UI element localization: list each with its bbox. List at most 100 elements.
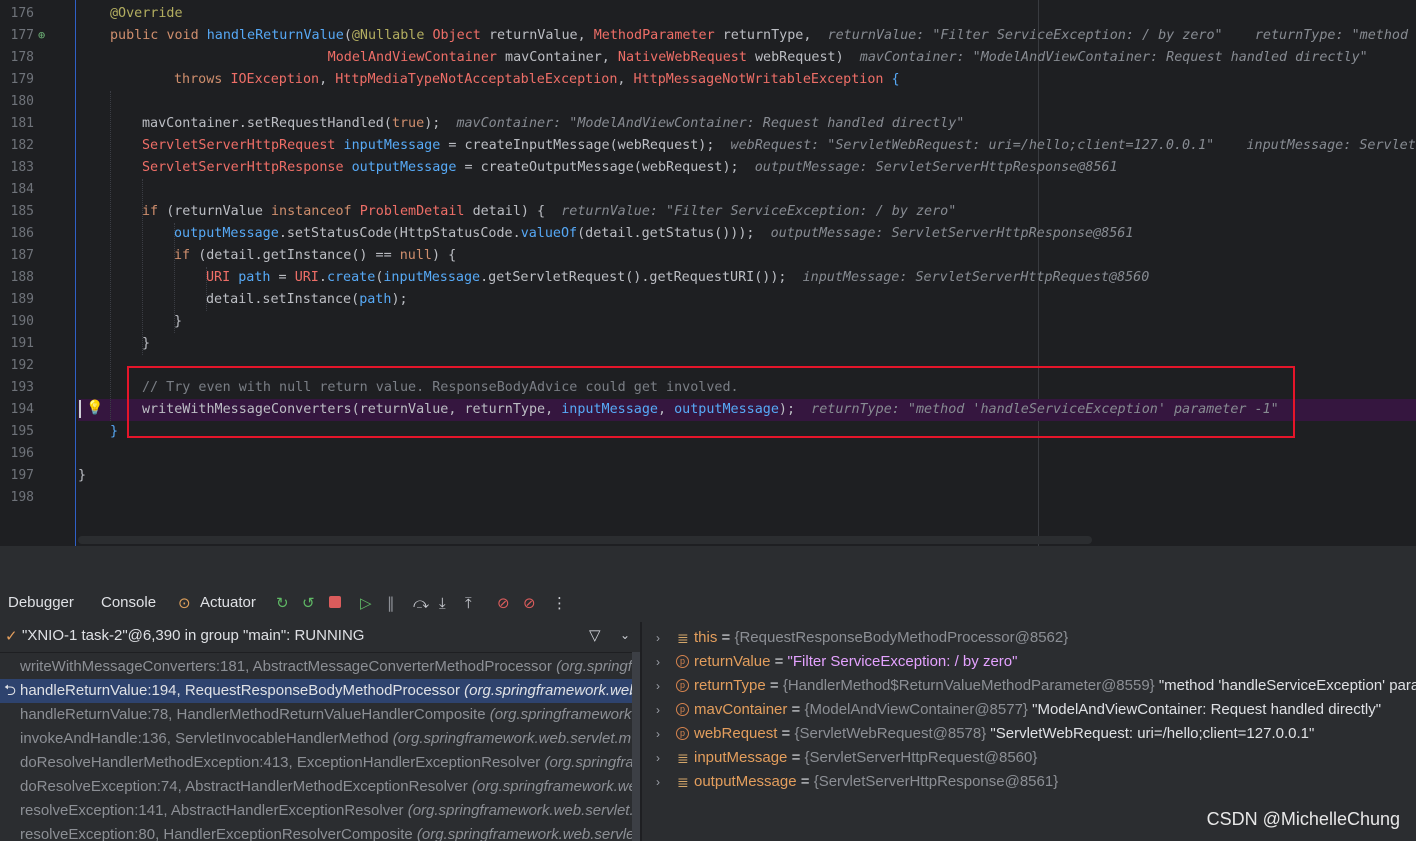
code-line[interactable]: if (detail.getInstance() == null) {	[78, 245, 1416, 267]
chevron-right-icon[interactable]: ›	[656, 650, 660, 674]
chevron-down-icon[interactable]: ⌄	[620, 628, 630, 642]
stack-frame[interactable]: doResolveException:74, AbstractHandlerMe…	[0, 775, 640, 799]
override-gutter-icon[interactable]: ⊕	[38, 28, 45, 42]
resume-icon[interactable]: ▷	[360, 594, 372, 612]
code-editor[interactable]: 176 177 178 179 180 181 182 183 184 185 186 187 188 1…	[0, 0, 1416, 546]
variable-name: returnType	[694, 677, 766, 694]
code-line[interactable]	[78, 443, 1416, 465]
lightbulb-icon[interactable]: 💡	[86, 400, 103, 416]
line-number[interactable]: 184	[0, 179, 34, 201]
code-line[interactable]: outputMessage.setStatusCode(HttpStatusCo…	[78, 223, 1416, 245]
more-options-icon[interactable]: ⋮	[552, 594, 567, 612]
line-number[interactable]: 181	[0, 113, 34, 135]
line-number[interactable]: 176	[0, 3, 34, 25]
variable-row[interactable]: › p returnValue = "Filter ServiceException…	[642, 650, 1416, 674]
code-line[interactable]: if (returnValue instanceof ProblemDetail…	[78, 201, 1416, 223]
code-line[interactable]: ServletServerHttpResponse outputMessage …	[78, 157, 1416, 179]
line-number[interactable]: 177	[0, 25, 34, 47]
code-line[interactable]: detail.setInstance(path);	[78, 289, 1416, 311]
variable-type: {ServletWebRequest@8578}	[794, 725, 987, 742]
variable-row[interactable]: › ≣ inputMessage = {ServletServerHttpReque…	[642, 746, 1416, 770]
step-into-icon[interactable]: ⤓	[439, 594, 446, 612]
line-number[interactable]: 191	[0, 333, 34, 355]
view-breakpoints-icon[interactable]: ⊘	[497, 594, 510, 612]
rerun-icon[interactable]: ↻	[276, 594, 289, 612]
line-number[interactable]: 188	[0, 267, 34, 289]
chevron-right-icon[interactable]: ›	[656, 698, 660, 722]
mute-breakpoints-icon[interactable]: ⊘	[523, 594, 536, 612]
variable-row[interactable]: › ≣ outputMessage = {ServletServerHttpResp…	[642, 770, 1416, 794]
code-line[interactable]	[78, 487, 1416, 509]
code-token: detail.setInstance(	[206, 292, 360, 307]
code-line[interactable]: }	[78, 333, 1416, 355]
line-number[interactable]: 190	[0, 311, 34, 333]
line-number[interactable]: 185	[0, 201, 34, 223]
line-number[interactable]: 178	[0, 47, 34, 69]
line-number[interactable]: 180	[0, 91, 34, 113]
code-line[interactable]: ModelAndViewContainer mavContainer, Nati…	[78, 47, 1416, 69]
variable-string-value: "Filter ServiceException: / by zero"	[787, 653, 1018, 670]
frame-method: handleReturnValue:194, RequestResponseBo…	[20, 682, 465, 699]
indent-guide	[110, 91, 111, 421]
line-number[interactable]: 187	[0, 245, 34, 267]
code-line[interactable]: URI path = URI.create(inputMessage.getSe…	[78, 267, 1416, 289]
line-number[interactable]: 198	[0, 487, 34, 509]
code-line[interactable]: @Override	[78, 3, 1416, 25]
line-number[interactable]: 193	[0, 377, 34, 399]
filter-icon[interactable]: ▽	[589, 626, 601, 644]
code-line[interactable]: public void handleReturnValue(@Nullable …	[78, 25, 1416, 47]
frame-package: (org.springframework.web.servlet.mvc.met…	[464, 682, 640, 699]
thread-selector[interactable]: ✓ "XNIO-1 task-2"@6,390 in group "main":…	[0, 622, 640, 653]
variable-row[interactable]: › ≣ this = {RequestResponseBodyMethodProce…	[642, 626, 1416, 650]
chevron-right-icon[interactable]: ›	[656, 770, 660, 794]
line-number[interactable]: 192	[0, 355, 34, 377]
chevron-right-icon[interactable]: ›	[656, 674, 660, 698]
code-token: outputMessage	[174, 226, 279, 241]
step-over-icon[interactable]: ⤼	[413, 594, 429, 612]
tab-debugger[interactable]: Debugger	[8, 594, 74, 611]
variable-row[interactable]: › p webRequest = {ServletWebRequest@8578} …	[642, 722, 1416, 746]
line-gutter[interactable]: 176 177 178 179 180 181 182 183 184 185 186 187 188 1…	[0, 0, 76, 546]
stack-frame[interactable]: ⮌ handleReturnValue:194, RequestResponseB…	[0, 679, 640, 703]
stack-frame[interactable]: resolveException:141, AbstractHandlerExc…	[0, 799, 640, 823]
line-number[interactable]: 197	[0, 465, 34, 487]
line-number[interactable]: 189	[0, 289, 34, 311]
chevron-right-icon[interactable]: ›	[656, 746, 660, 770]
frames-scrollbar[interactable]	[632, 652, 640, 841]
line-number[interactable]: 186	[0, 223, 34, 245]
stack-frame[interactable]: writeWithMessageConverters:181, Abstract…	[0, 655, 640, 679]
equals-sign: =	[787, 749, 805, 766]
stack-frame[interactable]: doResolveHandlerMethodException:413, Exc…	[0, 751, 640, 775]
code-line[interactable]: mavContainer.setRequestHandled(true); ma…	[78, 113, 1416, 135]
tab-console[interactable]: Console	[101, 594, 156, 611]
chevron-right-icon[interactable]: ›	[656, 626, 660, 650]
stack-frame[interactable]: handleReturnValue:78, HandlerMethodRetur…	[0, 703, 640, 727]
pause-icon[interactable]: ‖	[387, 594, 395, 612]
editor-horizontal-scrollbar[interactable]	[78, 536, 1092, 544]
code-line[interactable]	[78, 91, 1416, 113]
code-line[interactable]: }	[78, 465, 1416, 487]
line-number[interactable]: 194	[0, 399, 34, 421]
chevron-right-icon[interactable]: ›	[656, 722, 660, 746]
line-number[interactable]: 183	[0, 157, 34, 179]
line-number[interactable]: 196	[0, 443, 34, 465]
line-number[interactable]: 182	[0, 135, 34, 157]
step-out-icon[interactable]: ⤒	[465, 594, 472, 612]
code-line[interactable]: ServletServerHttpRequest inputMessage = …	[78, 135, 1416, 157]
restart-icon[interactable]: ↺	[302, 594, 315, 612]
stack-frame[interactable]: invokeAndHandle:136, ServletInvocableHan…	[0, 727, 640, 751]
line-number[interactable]: 195	[0, 421, 34, 443]
code-line[interactable]	[78, 179, 1416, 201]
stop-icon[interactable]	[329, 596, 341, 608]
variable-row[interactable]: › p mavContainer = {ModelAndViewContainer@…	[642, 698, 1416, 722]
code-token: .getServletRequest().getRequestURI());	[480, 270, 803, 285]
editor-bottom-strip	[0, 546, 1416, 586]
variable-row[interactable]: › p returnType = {HandlerMethod$ReturnValu…	[642, 674, 1416, 698]
tab-actuator[interactable]: Actuator	[200, 594, 256, 611]
line-number[interactable]: 179	[0, 69, 34, 91]
inline-debug-hint: returnValue: "Filter ServiceException: /…	[561, 204, 957, 219]
code-line[interactable]: throws IOException, HttpMediaTypeNotAcce…	[78, 69, 1416, 91]
code-line[interactable]: }	[78, 311, 1416, 333]
code-token: path	[359, 292, 392, 307]
stack-frame[interactable]: resolveException:80, HandlerExceptionRes…	[0, 823, 640, 841]
